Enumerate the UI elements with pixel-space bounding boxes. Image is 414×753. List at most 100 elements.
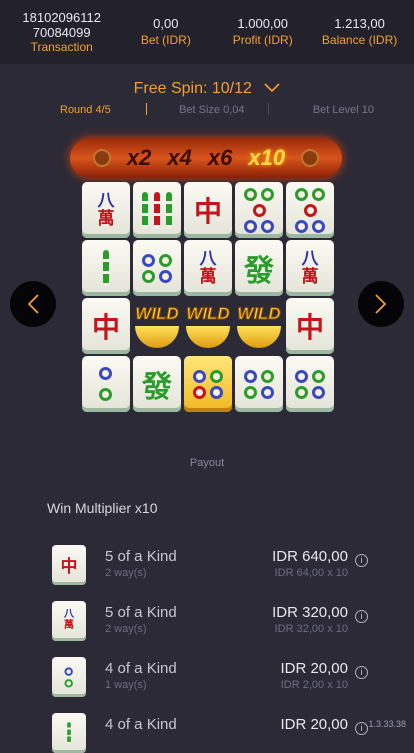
win-calculation: IDR 32,00 x 10 bbox=[274, 623, 348, 635]
five-dots-icon bbox=[294, 187, 326, 233]
profit-value: 1.000,00 bbox=[237, 16, 288, 31]
chevron-left-icon bbox=[27, 294, 39, 314]
info-icon[interactable]: i bbox=[355, 722, 368, 735]
tile-dots5 bbox=[286, 182, 334, 238]
gold-ingot-icon bbox=[186, 326, 230, 348]
chevron-down-icon[interactable] bbox=[264, 80, 280, 98]
win-amount: IDR 20,00 bbox=[280, 660, 348, 677]
tile-dots5 bbox=[235, 182, 283, 238]
next-button[interactable] bbox=[358, 281, 404, 327]
five-dots-icon bbox=[243, 187, 275, 233]
tile-zhong: 中 bbox=[82, 298, 130, 354]
wild-tile: WILD bbox=[184, 298, 232, 354]
info-icon[interactable]: i bbox=[355, 610, 368, 623]
separator bbox=[268, 103, 269, 115]
bet-level-label: Bet Level 10 bbox=[312, 104, 374, 117]
win-row: 4 of a Kind 1 way(s) IDR 20,00 IDR 2,00 x 1… bbox=[52, 657, 372, 697]
bet-size-label: Bet Size 0,04 bbox=[179, 104, 245, 117]
tile-dots4 bbox=[133, 240, 181, 296]
win-amount: IDR 640,00 bbox=[272, 548, 348, 565]
bet-value: 0,00 bbox=[153, 16, 179, 31]
bet-label: Bet (IDR) bbox=[140, 33, 191, 47]
multiplier-x10: x10 bbox=[248, 145, 286, 170]
tile-bamboo2 bbox=[82, 240, 130, 296]
free-spin-selector[interactable]: Free Spin: 10/12 bbox=[0, 80, 414, 98]
multiplier-x4: x4 bbox=[167, 145, 192, 170]
balance-stat: 1.213,00 Balance (IDR) bbox=[311, 16, 408, 48]
win-symbol-tile: 中 bbox=[52, 545, 86, 585]
red-dragon-icon: 中 bbox=[295, 312, 324, 343]
tile-wan: 八萬 bbox=[82, 182, 130, 238]
version-label: 1.3.33.38 bbox=[368, 719, 406, 729]
multiplier-x2: x2 bbox=[126, 145, 152, 170]
tile-dots4 bbox=[235, 356, 283, 412]
red-dragon-icon: 中 bbox=[60, 557, 78, 576]
transaction-id-line1: 18102096112 bbox=[22, 9, 101, 25]
coin-icon bbox=[301, 149, 320, 167]
tile-wan: 八萬 bbox=[286, 240, 334, 296]
green-dragon-icon: 發 bbox=[142, 371, 172, 404]
transaction-label: Transaction bbox=[30, 39, 93, 54]
wan-character-icon: 八萬 bbox=[63, 609, 75, 631]
green-dragon-icon: 發 bbox=[244, 255, 274, 288]
gold-ingot-icon bbox=[237, 326, 281, 348]
win-row: 中 5 of a Kind 2 way(s) IDR 640,00 IDR 64,00 … bbox=[52, 545, 372, 585]
tile-fa: 發 bbox=[235, 240, 283, 296]
win-calculation: IDR 2,00 x 10 bbox=[280, 679, 348, 691]
win-kind: 4 of a Kind bbox=[105, 716, 177, 733]
wild-tile: WILD bbox=[133, 298, 181, 354]
two-dots-icon bbox=[64, 666, 73, 688]
tile-dots2 bbox=[82, 356, 130, 412]
win-ways: 2 way(s) bbox=[105, 567, 147, 579]
tile-dots4 bbox=[286, 356, 334, 412]
bamboo-icon bbox=[142, 192, 172, 228]
win-symbol-tile bbox=[52, 713, 86, 753]
tile-bamboo-r bbox=[133, 182, 181, 238]
separator bbox=[146, 103, 147, 115]
red-dragon-icon: 中 bbox=[193, 196, 222, 227]
win-kind: 4 of a Kind bbox=[105, 660, 177, 677]
win-ways: 1 way(s) bbox=[105, 679, 147, 691]
wild-tile: WILD bbox=[235, 298, 283, 354]
tile-wan: 八萬 bbox=[184, 240, 232, 296]
tile-zhong: 中 bbox=[286, 298, 334, 354]
gold-dots-icon bbox=[192, 369, 224, 399]
two-bamboo-icon bbox=[67, 722, 71, 744]
win-kind: 5 of a Kind bbox=[105, 548, 177, 565]
summary-header: 18102096112 70084099 Transaction 0,00 Be… bbox=[0, 0, 414, 64]
info-icon[interactable]: i bbox=[355, 666, 368, 679]
four-dots-icon bbox=[243, 369, 275, 399]
profit-label: Profit (IDR) bbox=[232, 33, 293, 47]
two-bamboo-icon bbox=[103, 250, 109, 286]
payout-heading: Payout bbox=[189, 457, 225, 469]
profit-stat: 1.000,00 Profit (IDR) bbox=[214, 16, 311, 48]
previous-button[interactable] bbox=[10, 281, 56, 327]
win-kind: 5 of a Kind bbox=[105, 604, 177, 621]
win-row: 八萬 5 of a Kind 2 way(s) IDR 320,00 IDR 32,00… bbox=[52, 601, 372, 641]
reel-grid: 八萬中八萬發八萬中 WILD WILD WILD 中發 bbox=[82, 182, 334, 414]
balance-label: Balance (IDR) bbox=[321, 33, 398, 47]
win-amount: IDR 20,00 bbox=[280, 716, 348, 733]
win-ways: 2 way(s) bbox=[105, 623, 147, 635]
win-symbol-tile bbox=[52, 657, 86, 697]
spin-details: Round 4/5 Bet Size 0,04 Bet Level 10 bbox=[60, 104, 374, 116]
wan-character-icon: 八萬 bbox=[301, 249, 319, 286]
wan-character-icon: 八萬 bbox=[199, 249, 217, 286]
win-multiplier-label: Win Multiplier x10 bbox=[47, 500, 158, 516]
four-dots-icon bbox=[141, 253, 173, 283]
info-icon[interactable]: i bbox=[355, 554, 368, 567]
balance-value: 1.213,00 bbox=[334, 16, 385, 31]
round-label: Round 4/5 bbox=[60, 104, 111, 117]
win-symbol-tile: 八萬 bbox=[52, 601, 86, 641]
two-dots-icon bbox=[99, 367, 113, 401]
tile-fa: 發 bbox=[133, 356, 181, 412]
wild-label: WILD bbox=[237, 304, 281, 324]
four-dots-icon bbox=[294, 369, 326, 399]
bet-stat: 0,00 Bet (IDR) bbox=[117, 16, 214, 48]
coin-icon bbox=[92, 149, 111, 167]
wild-label: WILD bbox=[186, 304, 230, 324]
win-amount: IDR 320,00 bbox=[272, 604, 348, 621]
gold-ingot-icon bbox=[135, 326, 179, 348]
tile-gold bbox=[184, 356, 232, 412]
red-dragon-icon: 中 bbox=[91, 312, 120, 343]
